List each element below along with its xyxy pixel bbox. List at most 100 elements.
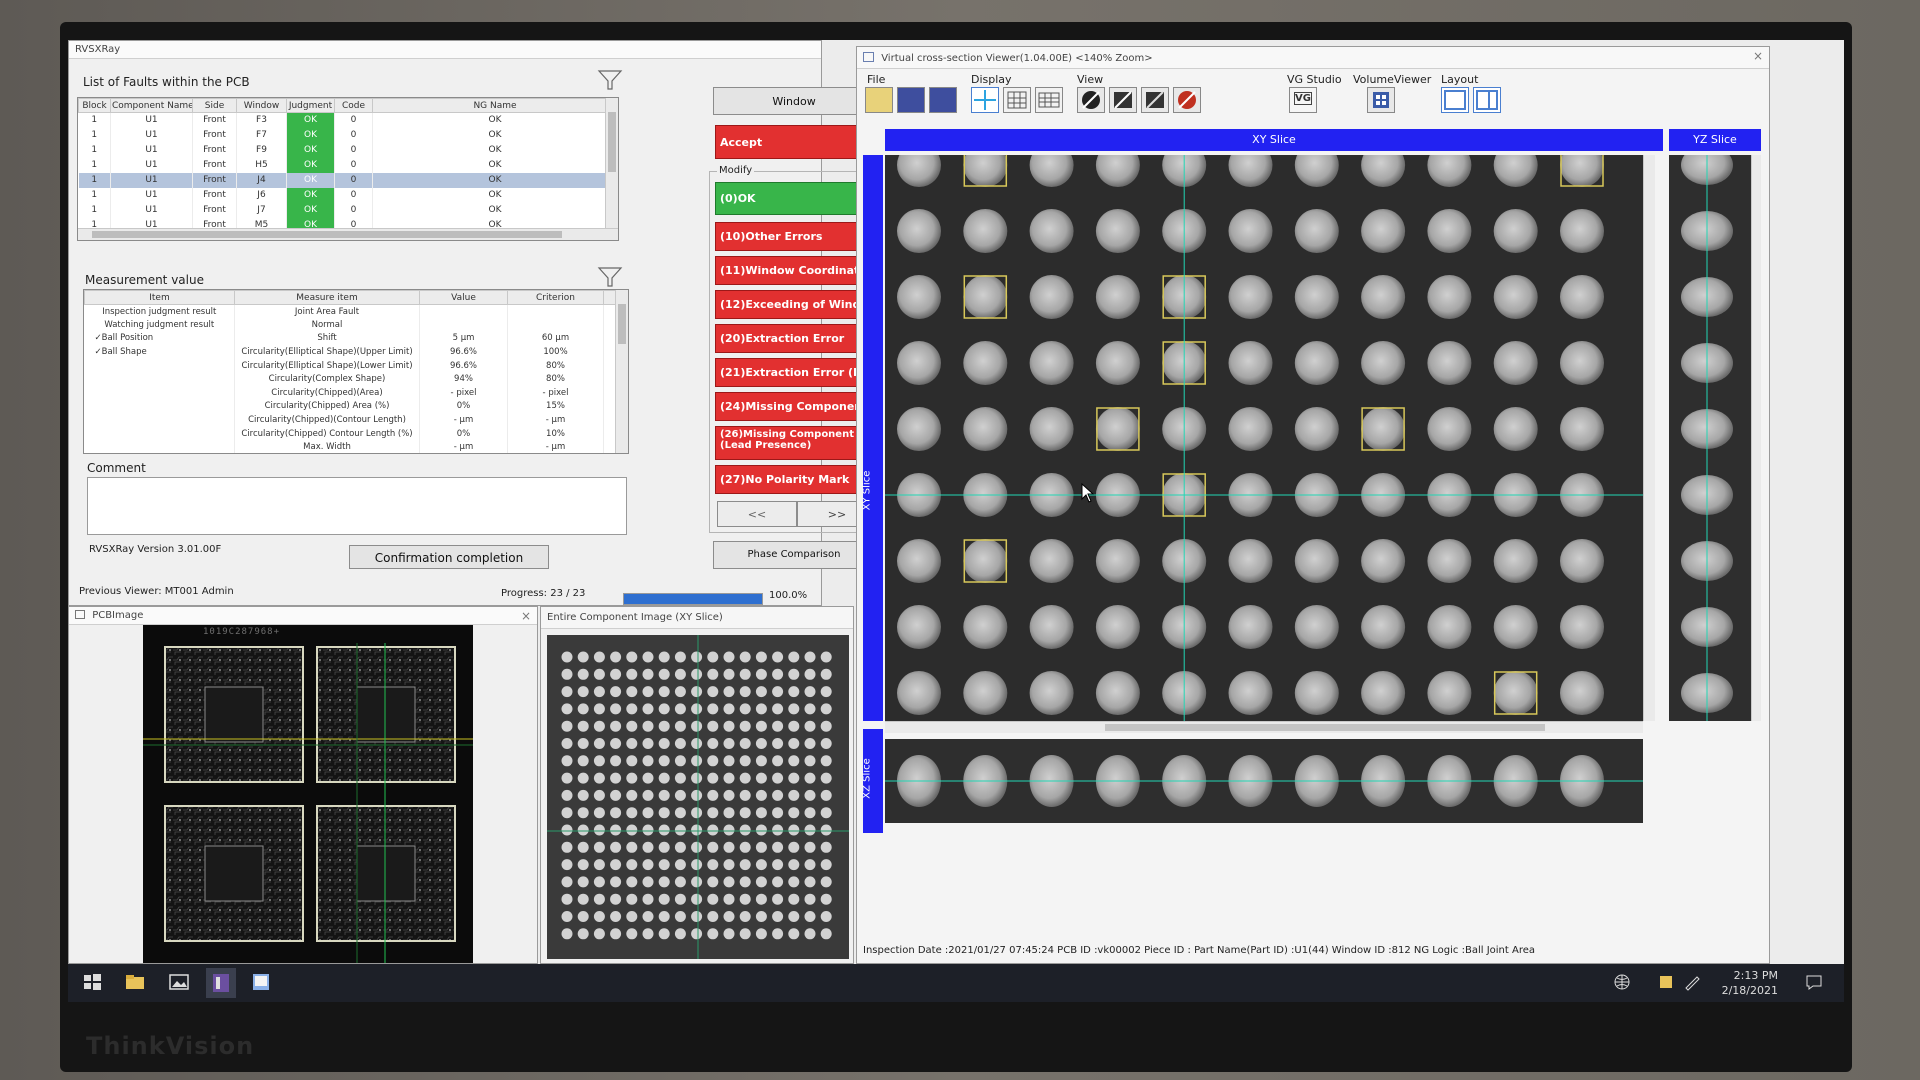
pen-icon[interactable] xyxy=(1682,972,1704,992)
table-row[interactable]: 1 U1 Front F9 OK 0 OK xyxy=(78,142,618,158)
close-icon[interactable]: × xyxy=(1753,49,1763,63)
measure-cell: 96.6% xyxy=(419,345,508,359)
table-row[interactable]: 1 U1 Front F3 OK 0 OK xyxy=(78,112,618,128)
measure-row[interactable]: Inspection judgment result Joint Area Fau… xyxy=(84,304,628,319)
table-display-icon[interactable] xyxy=(1035,87,1063,113)
component-ball xyxy=(577,928,589,940)
component-ball xyxy=(577,686,589,698)
view-3-icon[interactable] xyxy=(1141,87,1169,113)
measure-row[interactable]: ✓Ball Shape Circularity(Elliptical Shape)… xyxy=(84,345,628,359)
confirmation-completion-button[interactable]: Confirmation completion xyxy=(349,545,549,569)
component-ball xyxy=(691,824,703,836)
measure-row[interactable]: Circularity(Chipped)(Contour Length) - μm… xyxy=(84,413,628,427)
exceeding-window-range-button[interactable]: (12)Exceeding of Window Range xyxy=(715,290,875,319)
table-row[interactable]: 1 U1 Front J6 OK 0 OK xyxy=(78,187,618,203)
volume-viewer-icon[interactable] xyxy=(1367,87,1395,113)
xy-vscroll[interactable] xyxy=(1643,155,1655,721)
faults-hscroll[interactable] xyxy=(78,228,618,240)
measure-vscroll[interactable] xyxy=(615,290,628,453)
extraction-error-button[interactable]: (20)Extraction Error xyxy=(715,324,875,353)
component-ball xyxy=(610,686,622,698)
save-icon[interactable] xyxy=(897,87,925,113)
component-ball xyxy=(642,651,654,663)
ok-judgment-button[interactable]: (0)OK xyxy=(715,182,875,215)
grid-display-icon[interactable] xyxy=(1003,87,1031,113)
rvsxray-app-icon[interactable] xyxy=(206,968,236,998)
measure-row[interactable]: Circularity(Chipped) Contour Length (%) 0… xyxy=(84,426,628,441)
table-cell: OK xyxy=(372,172,618,188)
measure-cell xyxy=(419,304,508,319)
crosshair-display-icon[interactable] xyxy=(971,87,999,113)
component-ball xyxy=(593,720,605,732)
table-cell: F7 xyxy=(236,127,287,143)
table-row[interactable]: 1 U1 Front J4 OK 0 OK xyxy=(78,172,618,188)
layout-2-icon[interactable] xyxy=(1473,87,1501,113)
component-ball xyxy=(723,876,735,888)
filter-icon-2[interactable] xyxy=(597,265,623,289)
view-1-icon[interactable] xyxy=(1077,87,1105,113)
file-explorer-icon[interactable] xyxy=(124,972,146,992)
yz-vscroll[interactable] xyxy=(1751,155,1761,721)
measure-row[interactable]: Watching judgment result Normal xyxy=(84,318,628,332)
measure-cell: ✓Ball Position xyxy=(84,331,235,346)
photos-icon[interactable] xyxy=(168,972,190,992)
window-coordinate-error-button[interactable]: (11)Window Coordinate Error xyxy=(715,256,875,285)
view-4-icon[interactable] xyxy=(1173,87,1201,113)
view-2-icon[interactable] xyxy=(1109,87,1137,113)
solder-ball xyxy=(1294,275,1339,319)
faults-vscroll[interactable] xyxy=(605,98,618,240)
yz-slice-view[interactable] xyxy=(1669,155,1751,721)
measure-row[interactable]: Circularity(Chipped) Area (%) 0% 15% xyxy=(84,399,628,414)
table-row[interactable]: 1 U1 Front J7 OK 0 OK xyxy=(78,202,618,218)
layout-1-icon[interactable] xyxy=(1441,87,1469,113)
component-ball xyxy=(561,755,573,767)
measure-row[interactable]: Circularity(Elliptical Shape)(Lower Limi… xyxy=(84,358,628,373)
component-ball xyxy=(626,893,638,905)
notification-icon[interactable] xyxy=(1804,972,1826,992)
solder-ball xyxy=(1029,275,1074,319)
measure-row[interactable]: Max. Width - μm - μm xyxy=(84,440,628,453)
tray-app-icon[interactable] xyxy=(1658,972,1680,992)
missing-component-button[interactable]: (24)Missing Component xyxy=(715,392,875,421)
measure-cell xyxy=(84,372,235,387)
window-button[interactable]: Window xyxy=(713,87,875,115)
xy-hscroll[interactable] xyxy=(885,721,1643,733)
cross-section-viewer-window: Virtual cross-section Viewer(1.04.00E) <… xyxy=(856,46,1770,964)
clock-date[interactable]: 2/18/2021 xyxy=(1708,984,1778,997)
table-cell: 1 xyxy=(78,172,111,188)
component-ball-grid xyxy=(547,635,849,959)
xy-slice-view[interactable] xyxy=(885,155,1643,721)
windows-start-icon[interactable] xyxy=(82,972,104,992)
close-icon[interactable]: × xyxy=(521,609,531,623)
component-ball xyxy=(658,824,670,836)
table-row[interactable]: 1 U1 Front H5 OK 0 OK xyxy=(78,157,618,173)
measure-row[interactable]: Circularity(Complex Shape) 94% 80% xyxy=(84,372,628,387)
component-ball xyxy=(723,789,735,801)
filter-icon[interactable] xyxy=(597,68,623,92)
group-volume-viewer: VolumeViewer xyxy=(1353,73,1432,86)
table-row[interactable]: 1 U1 Front F7 OK 0 OK xyxy=(78,127,618,143)
pcb-image[interactable]: 1019C287968+ xyxy=(143,625,473,963)
component-ball xyxy=(561,841,573,853)
measure-row[interactable]: ✓Ball Position Shift 5 μm 60 μm xyxy=(84,331,628,346)
phase-comparison-button[interactable]: Phase Comparison xyxy=(713,541,875,569)
globe-icon[interactable] xyxy=(1612,972,1634,992)
viewer-app-icon[interactable] xyxy=(250,972,272,992)
component-ball xyxy=(593,651,605,663)
measure-row[interactable]: Circularity(Chipped)(Area) - pixel - pixel xyxy=(84,386,628,400)
xz-slice-view[interactable] xyxy=(885,739,1643,823)
clock-time[interactable]: 2:13 PM xyxy=(1708,969,1778,982)
no-polarity-mark-button[interactable]: (27)No Polarity Mark xyxy=(715,465,875,494)
save-as-icon[interactable] xyxy=(929,87,957,113)
measure-cell: - μm xyxy=(419,413,508,427)
other-errors-button[interactable]: (10)Other Errors xyxy=(715,222,875,251)
accept-button[interactable]: Accept xyxy=(715,125,875,159)
component-image[interactable] xyxy=(547,635,849,959)
open-folder-icon[interactable] xyxy=(865,87,893,113)
comment-field[interactable] xyxy=(87,477,627,535)
table-cell: 0 xyxy=(334,112,373,128)
vg-studio-icon[interactable]: VG xyxy=(1289,87,1317,113)
prev-button[interactable]: << xyxy=(717,501,797,527)
missing-component-lead-button[interactable]: (26)Missing Component (Lead Presence) xyxy=(715,426,875,460)
extraction-error-land-button[interactable]: (21)Extraction Error (Land) xyxy=(715,358,875,387)
